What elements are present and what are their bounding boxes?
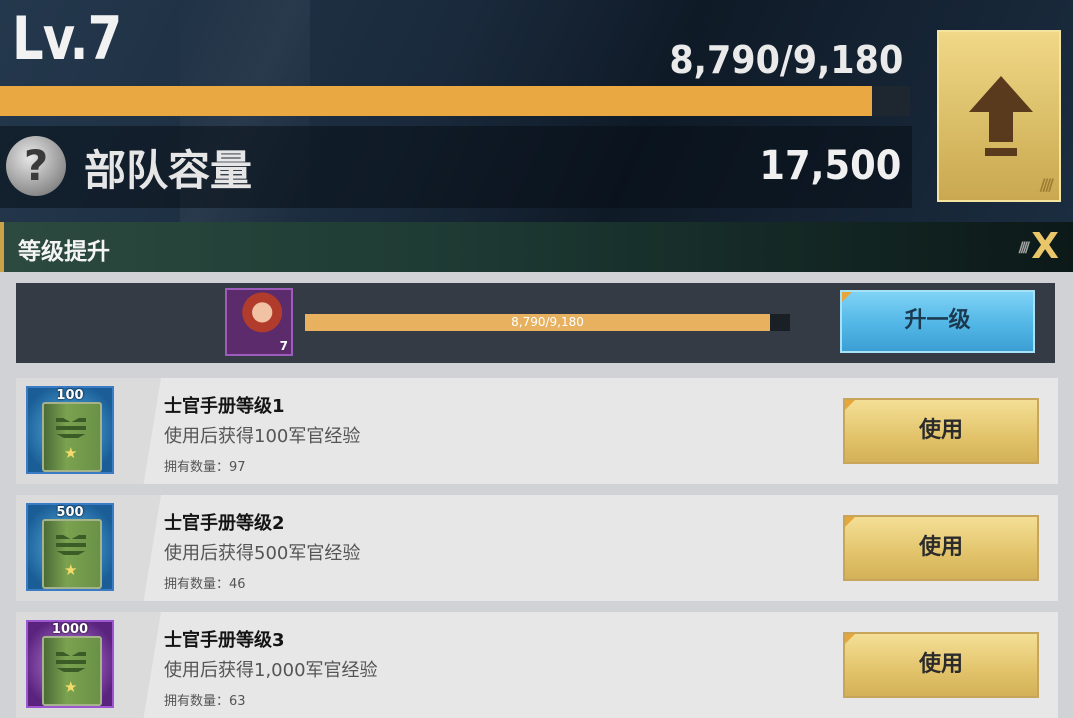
use-button[interactable]: 使用 bbox=[843, 398, 1039, 464]
xp-bar-fill bbox=[0, 86, 872, 116]
use-button[interactable]: 使用 bbox=[843, 632, 1039, 698]
officer-level: 7 bbox=[279, 339, 288, 353]
manual-icon: 100 ★ bbox=[26, 386, 114, 474]
book-icon: ★ bbox=[42, 636, 102, 706]
xp-text: 8,790/9,180 bbox=[669, 38, 903, 82]
item-amount: 100 bbox=[56, 388, 84, 403]
chevron-icon bbox=[56, 648, 86, 676]
list-item: 500 ★ 士官手册等级2 使用后获得500军官经验 拥有数量：46 使用 bbox=[16, 495, 1058, 601]
use-button[interactable]: 使用 bbox=[843, 515, 1039, 581]
item-desc: 使用后获得500军官经验 bbox=[164, 543, 361, 564]
decor-stripes: //// bbox=[1039, 175, 1054, 194]
item-name: 士官手册等级1 bbox=[164, 396, 285, 417]
item-name: 士官手册等级3 bbox=[164, 630, 285, 651]
chevron-icon bbox=[56, 414, 86, 442]
book-icon: ★ bbox=[42, 519, 102, 589]
item-name: 士官手册等级2 bbox=[164, 513, 285, 534]
item-desc: 使用后获得1,000军官经验 bbox=[164, 660, 378, 681]
close-button[interactable]: X bbox=[1031, 226, 1059, 267]
level-up-button[interactable]: 升一级 bbox=[840, 290, 1035, 353]
level-label: Lv.7 bbox=[12, 4, 122, 74]
item-amount: 1000 bbox=[51, 622, 89, 637]
book-icon: ★ bbox=[42, 402, 102, 472]
list-item: 1000 ★ 士官手册等级3 使用后获得1,000军官经验 拥有数量：63 使用 bbox=[16, 612, 1058, 718]
officer-xp-text: 8,790/9,180 bbox=[511, 315, 584, 329]
star-icon: ★ bbox=[64, 444, 78, 462]
manual-icon: 500 ★ bbox=[26, 503, 114, 591]
manual-icon: 1000 ★ bbox=[26, 620, 114, 708]
capacity-value: 17,500 bbox=[758, 143, 901, 189]
item-desc: 使用后获得100军官经验 bbox=[164, 426, 361, 447]
item-count: 拥有数量：63 bbox=[164, 694, 246, 709]
dialog-header: 等级提升 //// X bbox=[0, 222, 1073, 272]
decor-stripes: //// bbox=[1018, 240, 1031, 256]
upgrade-button[interactable]: //// bbox=[937, 30, 1061, 202]
capacity-label: 部队容量 bbox=[84, 146, 253, 195]
level-header: Lv.7 8,790/9,180 ? 部队容量 17,500 //// bbox=[0, 0, 1073, 222]
chevron-icon bbox=[56, 531, 86, 559]
item-count: 拥有数量：97 bbox=[164, 460, 246, 475]
item-count: 拥有数量：46 bbox=[164, 577, 246, 592]
officer-avatar: 7 bbox=[225, 288, 293, 356]
up-arrow-icon bbox=[969, 76, 1033, 156]
list-item: 100 ★ 士官手册等级1 使用后获得100军官经验 拥有数量：97 使用 bbox=[16, 378, 1058, 484]
star-icon: ★ bbox=[64, 678, 78, 696]
dialog-title: 等级提升 bbox=[18, 239, 110, 265]
item-amount: 500 bbox=[56, 505, 84, 520]
help-icon[interactable]: ? bbox=[6, 136, 66, 196]
star-icon: ★ bbox=[64, 561, 78, 579]
